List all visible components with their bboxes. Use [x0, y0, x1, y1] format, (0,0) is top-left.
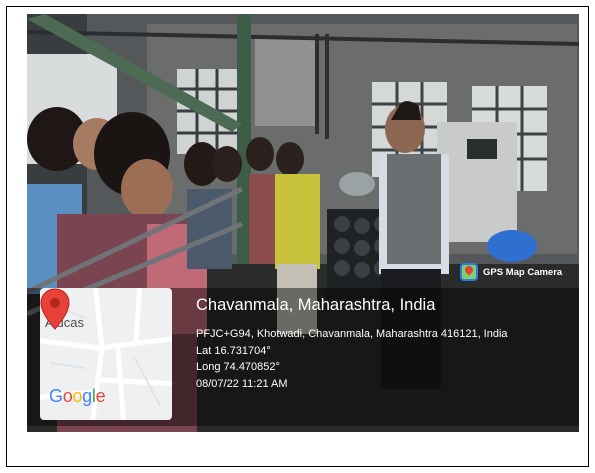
location-title: Chavanmala, Maharashtra, India — [196, 296, 436, 314]
longitude-line: Long 74.470852° — [196, 361, 280, 373]
address-line: PFJC+G94, Khotwadi, Chavanmala, Maharash… — [196, 328, 508, 340]
google-logo-letter: e — [95, 386, 106, 406]
location-overlay: Alucas Google Chavanmala, Maharashtra, I… — [27, 288, 579, 426]
google-logo-letter: g — [82, 386, 92, 406]
location-info: Chavanmala, Maharashtra, India PFJC+G94,… — [196, 294, 508, 392]
site-visit-photo: GPS Map Camera Alucas Google Chavanmala,… — [27, 14, 579, 432]
gps-map-camera-badge: GPS Map Camera — [460, 262, 562, 282]
google-logo: Google — [49, 386, 106, 407]
map-pin-icon — [40, 288, 70, 330]
latitude-line: Lat 16.731704° — [196, 344, 271, 357]
badge-label: GPS Map Camera — [483, 266, 563, 278]
map-thumbnail: Alucas Google — [40, 288, 172, 420]
google-logo-letter: G — [49, 386, 63, 406]
google-logo-letter: o — [72, 386, 83, 406]
gps-map-camera-logo-icon — [460, 263, 478, 281]
datetime-line: 08/07/22 11:21 AM — [196, 377, 288, 390]
google-logo-letter: o — [62, 386, 73, 406]
